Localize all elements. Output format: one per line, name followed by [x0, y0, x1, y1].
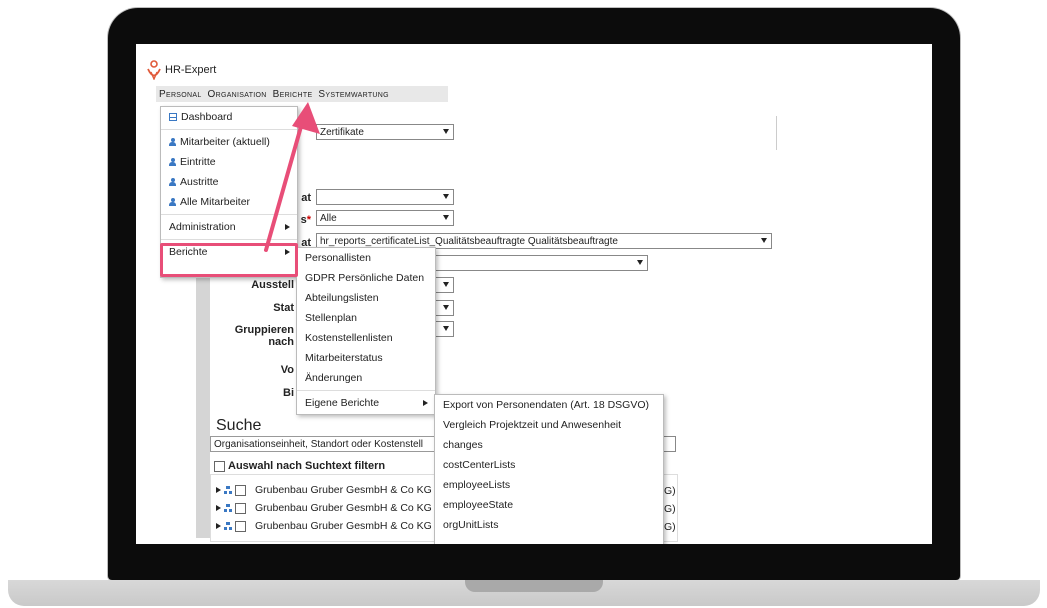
screen: HR-Expert Personal Organisation Berichte…: [136, 44, 932, 544]
pointer-arrow-icon: [264, 102, 320, 252]
laptop-notch: [465, 580, 603, 592]
